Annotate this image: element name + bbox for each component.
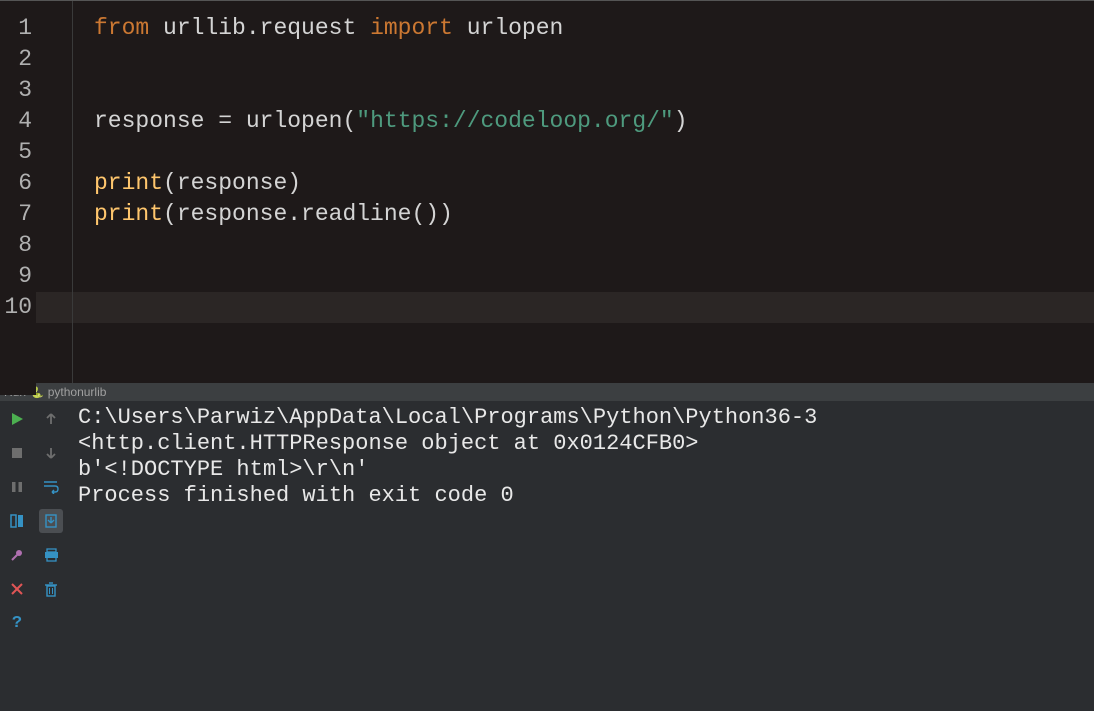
line-number: 6	[0, 168, 36, 199]
close-button[interactable]	[5, 577, 29, 601]
paren: (	[163, 170, 177, 196]
line-number: 2	[0, 44, 36, 75]
line-number: 1	[0, 13, 36, 44]
print-icon	[44, 548, 59, 562]
layout-icon	[10, 514, 24, 528]
output-exit: Process finished with exit code 0	[78, 483, 1094, 509]
trash-icon	[44, 582, 58, 597]
print-button[interactable]	[39, 543, 63, 567]
line-number: 5	[0, 137, 36, 168]
current-line-highlight	[36, 292, 1094, 323]
run-controls-column: ?	[0, 401, 34, 711]
line-number: 4	[0, 106, 36, 137]
code-content[interactable]: from urllib.request import urlopen respo…	[94, 13, 1094, 230]
close-icon	[11, 583, 23, 595]
line-number: 3	[0, 75, 36, 106]
soft-wrap-button[interactable]	[39, 475, 63, 499]
run-button[interactable]	[5, 407, 29, 431]
function-call: urlopen	[246, 108, 343, 134]
paren: )	[287, 170, 301, 196]
arg: response	[177, 170, 287, 196]
builtin-print: print	[94, 201, 163, 227]
output-line: C:\Users\Parwiz\AppData\Local\Programs\P…	[78, 405, 1094, 431]
scroll-to-end-button[interactable]	[39, 509, 63, 533]
builtin-print: print	[94, 170, 163, 196]
output-line: b'<!DOCTYPE html>\r\n'	[78, 457, 1094, 483]
arrow-down-icon	[45, 447, 57, 459]
variable: response	[94, 108, 204, 134]
play-icon	[10, 412, 24, 426]
output-line: <http.client.HTTPResponse object at 0x01…	[78, 431, 1094, 457]
stop-icon	[11, 447, 23, 459]
paren: )	[439, 201, 453, 227]
line-number: 8	[0, 230, 36, 261]
run-panel: ? C:\Users\Parwiz\AppData\Local\Programs…	[0, 401, 1094, 711]
pause-icon	[11, 481, 23, 493]
string-literal: "https://codeloop.org/"	[356, 108, 673, 134]
keyword-from: from	[94, 15, 149, 41]
help-icon: ?	[12, 614, 22, 633]
pin-icon	[10, 548, 24, 562]
clear-button[interactable]	[39, 577, 63, 601]
gutter-divider	[72, 1, 73, 383]
stop-button[interactable]	[5, 441, 29, 465]
paren: )	[674, 108, 688, 134]
run-panel-header[interactable]: Run 🐍 pythonurlib	[0, 383, 1094, 401]
pause-button[interactable]	[5, 475, 29, 499]
paren: (	[163, 201, 177, 227]
line-number: 9	[0, 261, 36, 292]
arg: response.readline()	[177, 201, 439, 227]
layout-button[interactable]	[5, 509, 29, 533]
line-number: 7	[0, 199, 36, 230]
pin-button[interactable]	[5, 543, 29, 567]
code-editor[interactable]: 1 2 3 4 5 6 7 8 9 10 from urllib.request…	[0, 0, 1094, 383]
help-button[interactable]: ?	[5, 611, 29, 635]
scroll-down-button[interactable]	[39, 441, 63, 465]
module-name: urllib.request	[163, 15, 356, 41]
run-script-name: pythonurlib	[48, 385, 107, 399]
scroll-up-button[interactable]	[39, 407, 63, 431]
import-name: urlopen	[467, 15, 564, 41]
line-number: 10	[0, 292, 36, 323]
arrow-up-icon	[45, 413, 57, 425]
line-number-gutter: 1 2 3 4 5 6 7 8 9 10	[0, 1, 36, 395]
output-controls-column	[34, 401, 68, 711]
wrap-icon	[43, 480, 59, 494]
paren: (	[342, 108, 356, 134]
scroll-end-icon	[44, 514, 58, 528]
operator: =	[204, 108, 245, 134]
console-output[interactable]: C:\Users\Parwiz\AppData\Local\Programs\P…	[68, 401, 1094, 711]
keyword-import: import	[370, 15, 453, 41]
